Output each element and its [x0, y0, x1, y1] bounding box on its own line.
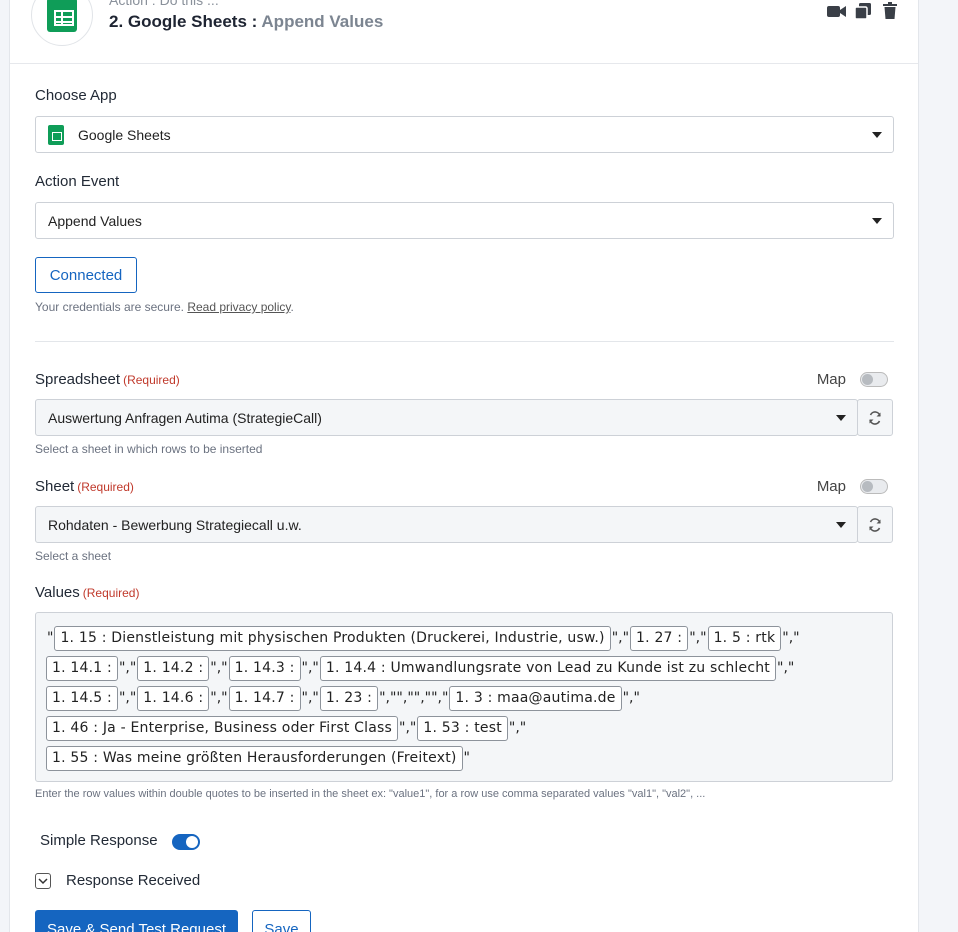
action-app-title: 2. Google Sheets : — [109, 12, 258, 31]
value-separator: "," — [777, 660, 795, 676]
value-separator: "," — [301, 660, 319, 676]
map-label: Map — [816, 478, 846, 495]
action-card: Action : Do this ... 2. Google Sheets : … — [9, 0, 919, 932]
action-header: Action : Do this ... 2. Google Sheets : … — [10, 0, 918, 64]
choose-app-select[interactable]: Google Sheets — [35, 116, 894, 153]
map-label: Map — [816, 371, 846, 388]
values-line: 1. 46 : Ja - Enterprise, Business oder F… — [46, 713, 884, 743]
connected-button[interactable]: Connected — [35, 257, 137, 293]
google-sheets-logo — [31, 0, 93, 46]
value-separator: "," — [622, 690, 640, 706]
value-token[interactable]: 1. 15 : Dienstleistung mit physischen Pr… — [54, 625, 611, 651]
response-received-expand-button[interactable] — [35, 873, 51, 889]
credentials-note: Your credentials are secure. Read privac… — [35, 300, 294, 314]
value-separator: "," — [782, 630, 800, 646]
action-title: 2. Google Sheets : Append Values — [109, 12, 383, 32]
chevron-down-icon — [38, 878, 48, 885]
spreadsheet-value: Auswertung Anfragen Autima (StrategieCal… — [48, 409, 322, 426]
response-received-label: Response Received — [66, 872, 201, 889]
google-sheets-icon — [47, 0, 77, 32]
credentials-secure-text: Your credentials are secure. — [35, 300, 184, 314]
value-token[interactable]: 1. 14.5 : — [46, 685, 118, 711]
sheet-refresh-button[interactable] — [857, 506, 893, 543]
value-separator: "," — [118, 660, 137, 676]
save-button[interactable]: Save — [252, 910, 311, 932]
sheet-map: Map — [817, 478, 888, 495]
choose-app-value: Google Sheets — [78, 126, 171, 143]
trash-icon[interactable] — [882, 2, 900, 20]
caret-down-icon — [872, 218, 882, 224]
sheet-label: Sheet (Required) — [35, 478, 134, 495]
credentials-period: . — [290, 300, 294, 314]
value-token[interactable]: 1. 14.7 : — [228, 685, 301, 711]
action-event-label: Action Event — [35, 173, 120, 190]
values-line: 1. 14.5 : "," 1. 14.6 : "," 1. 14.7 : ",… — [46, 683, 884, 713]
sheet-label-text: Sheet — [35, 478, 75, 495]
values-label: Values (Required) — [35, 584, 139, 601]
spreadsheet-map: Map — [817, 371, 888, 388]
action-event-select[interactable]: Append Values — [35, 202, 894, 239]
value-separator: "," — [118, 690, 137, 706]
value-separator: " — [463, 750, 470, 766]
values-label-text: Values — [35, 584, 80, 601]
section-divider — [35, 341, 894, 342]
spreadsheet-label: Spreadsheet (Required) — [35, 371, 180, 388]
value-separator: " — [47, 630, 54, 646]
simple-response-label: Simple Response — [40, 832, 158, 849]
refresh-icon — [869, 410, 881, 425]
value-separator: "," — [210, 690, 228, 706]
spreadsheet-hint: Select a sheet in which rows to be inser… — [35, 442, 263, 456]
value-token[interactable]: 1. 23 : — [319, 685, 379, 711]
spreadsheet-select[interactable]: Auswertung Anfragen Autima (StrategieCal… — [35, 399, 858, 436]
values-editor[interactable]: " 1. 15 : Dienstleistung mit physischen … — [35, 612, 893, 782]
value-token[interactable]: 1. 46 : Ja - Enterprise, Business oder F… — [46, 715, 399, 741]
values-line: 1. 14.1 : "," 1. 14.2 : "," 1. 14.3 : ",… — [46, 653, 884, 683]
required-badge: (Required) — [77, 480, 134, 494]
privacy-policy-link[interactable]: Read privacy policy — [187, 300, 290, 314]
spreadsheet-label-text: Spreadsheet — [35, 371, 121, 388]
refresh-icon — [869, 517, 881, 532]
sheet-select[interactable]: Rohdaten - Bewerbung Strategiecall u.w. — [35, 506, 858, 543]
spreadsheet-refresh-button[interactable] — [857, 399, 893, 436]
action-event-title: Append Values — [261, 12, 384, 31]
value-separator: ","","",""," — [379, 690, 449, 706]
copy-icon[interactable] — [854, 2, 872, 20]
value-token[interactable]: 1. 53 : test — [417, 715, 508, 741]
value-token[interactable]: 1. 14.2 : — [137, 655, 210, 681]
caret-down-icon — [836, 415, 846, 421]
value-separator: "," — [210, 660, 228, 676]
value-token[interactable]: 1. 55 : Was meine größten Herausforderun… — [46, 745, 463, 771]
video-icon[interactable] — [826, 2, 846, 20]
value-token[interactable]: 1. 27 : — [630, 625, 689, 651]
value-token[interactable]: 1. 3 : maa@autima.de — [449, 685, 622, 711]
caret-down-icon — [836, 522, 846, 528]
value-token[interactable]: 1. 14.4 : Umwandlungsrate von Lead zu Ku… — [319, 655, 776, 681]
values-line: 1. 55 : Was meine größten Herausforderun… — [46, 743, 884, 773]
value-separator: "," — [611, 630, 630, 646]
sheet-value: Rohdaten - Bewerbung Strategiecall u.w. — [48, 516, 302, 533]
google-sheets-icon — [48, 124, 64, 145]
value-separator: "," — [301, 690, 319, 706]
spreadsheet-map-toggle[interactable] — [860, 372, 888, 387]
value-token[interactable]: 1. 14.1 : — [46, 655, 118, 681]
sheet-hint: Select a sheet — [35, 549, 112, 563]
value-separator: "," — [689, 630, 707, 646]
values-line: " 1. 15 : Dienstleistung mit physischen … — [46, 623, 884, 653]
value-token[interactable]: 1. 5 : rtk — [707, 625, 782, 651]
save-send-test-button[interactable]: Save & Send Test Request — [35, 910, 238, 932]
action-event-value: Append Values — [48, 212, 142, 229]
choose-app-label: Choose App — [35, 87, 117, 104]
action-subtitle: Action : Do this ... — [109, 0, 219, 8]
sheet-map-toggle[interactable] — [860, 479, 888, 494]
required-badge: (Required) — [123, 373, 180, 387]
value-separator: "," — [399, 720, 417, 736]
value-token[interactable]: 1. 14.6 : — [137, 685, 210, 711]
value-separator: "," — [508, 720, 527, 736]
header-actions — [826, 2, 900, 20]
simple-response-toggle[interactable] — [172, 834, 200, 850]
value-token[interactable]: 1. 14.3 : — [228, 655, 301, 681]
caret-down-icon — [872, 132, 882, 138]
required-badge: (Required) — [82, 586, 140, 600]
values-hint: Enter the row values within double quote… — [35, 788, 706, 800]
